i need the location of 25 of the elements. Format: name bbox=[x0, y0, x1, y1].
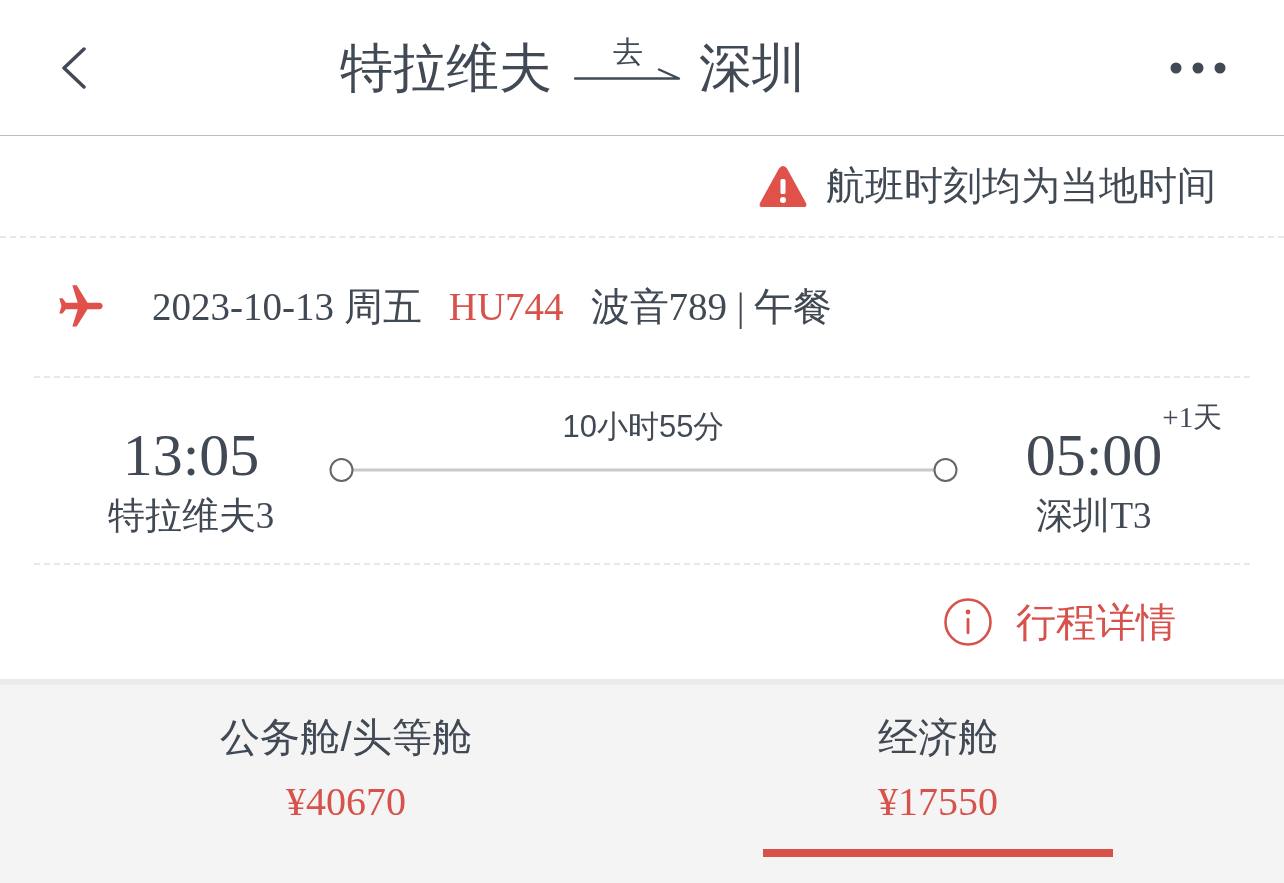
cabin-tab[interactable]: 公务舱/头等舱 ¥40670 bbox=[50, 685, 642, 883]
origin-city: 特拉维夫 bbox=[340, 41, 552, 94]
route-line-icon bbox=[329, 457, 958, 483]
more-icon bbox=[1170, 61, 1226, 74]
notice-text: 航班时刻均为当地时间 bbox=[826, 163, 1216, 209]
cabin-price: ¥17550 bbox=[878, 779, 998, 825]
cabin-tab[interactable]: 经济舱 ¥17550 bbox=[642, 685, 1234, 883]
flight-number: HU744 bbox=[448, 284, 564, 330]
cabin-price: ¥40670 bbox=[286, 779, 406, 825]
day-offset: +1天 bbox=[1162, 400, 1223, 434]
warning-icon bbox=[758, 163, 808, 209]
arrival-airport: 深圳T3 bbox=[1036, 494, 1152, 538]
arrival-time: 05:00 bbox=[1025, 422, 1163, 488]
itinerary-details-link[interactable]: 行程详情 bbox=[944, 598, 1176, 646]
more-button[interactable] bbox=[1170, 61, 1226, 74]
chevron-left-icon bbox=[60, 46, 88, 89]
departure-time: 13:05 bbox=[122, 422, 260, 488]
flight-date: 2023-10-13 周五 bbox=[152, 284, 422, 330]
back-button[interactable] bbox=[60, 46, 88, 89]
aircraft-meal: 波音789 | 午餐 bbox=[590, 284, 833, 330]
info-icon bbox=[944, 598, 992, 646]
departure-airport: 特拉维夫3 bbox=[107, 494, 275, 538]
destination-city: 深圳 bbox=[699, 41, 805, 94]
direction-label: 去 bbox=[612, 35, 643, 68]
flight-duration: 10小时55分 bbox=[562, 408, 725, 446]
